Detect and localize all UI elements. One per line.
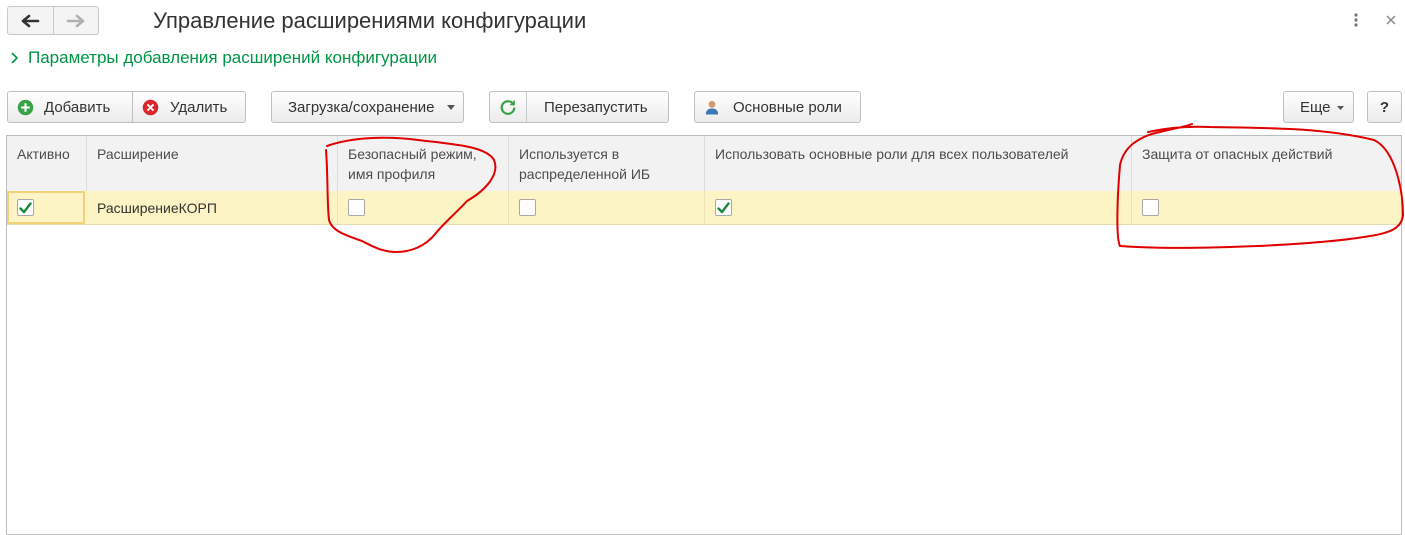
navigation-buttons [7, 6, 99, 35]
column-header-distributed-ib[interactable]: Используется в распределенной ИБ [509, 136, 705, 191]
refresh-icon [500, 99, 516, 115]
load-save-button-label: Загрузка/сохранение [288, 98, 435, 116]
column-header-danger-protection[interactable]: Защита от опасных действий [1132, 136, 1401, 191]
cell-safe-mode[interactable] [338, 191, 509, 224]
column-header-safe-mode[interactable]: Безопасный режим, имя профиля [338, 136, 509, 191]
column-header-main-roles-all-users[interactable]: Использовать основные роли для всех поль… [705, 136, 1132, 191]
extensions-table[interactable]: Активно Расширение Безопасный режим, имя… [6, 135, 1402, 535]
plus-circle-icon [17, 99, 34, 115]
main-roles-button-label: Основные роли [733, 98, 842, 116]
kebab-menu-icon [1354, 13, 1358, 27]
kebab-menu-button[interactable] [1348, 9, 1364, 31]
table-row[interactable]: РасширениеКОРП [7, 191, 1401, 225]
more-dropdown-button[interactable]: Еще [1283, 91, 1354, 123]
checkmark-icon [19, 201, 32, 213]
caret-down-icon [1337, 106, 1344, 110]
distributed-ib-checkbox[interactable] [519, 199, 536, 216]
active-checkbox[interactable] [17, 199, 34, 216]
user-icon [705, 100, 719, 114]
table-header: Активно Расширение Безопасный режим, имя… [7, 136, 1401, 192]
main-roles-all-users-checkbox[interactable] [715, 199, 732, 216]
x-circle-icon [142, 99, 159, 115]
page-title: Управление расширениями конфигурации [153, 8, 587, 33]
cell-distributed-ib[interactable] [509, 191, 705, 224]
help-button-label: ? [1379, 98, 1390, 116]
delete-button[interactable]: Удалить [132, 91, 246, 123]
back-button[interactable] [8, 7, 53, 34]
add-button-label: Добавить [44, 98, 111, 116]
load-save-dropdown-button[interactable]: Загрузка/сохранение [271, 91, 464, 123]
params-group-label: Параметры добавления расширений конфигур… [28, 48, 438, 67]
checkmark-icon [717, 201, 730, 213]
caret-down-icon [447, 105, 455, 110]
cell-danger-protection[interactable] [1132, 191, 1401, 224]
params-group-toggle[interactable]: Параметры добавления расширений конфигур… [10, 48, 437, 68]
chevron-right-icon [10, 51, 28, 65]
refresh-button-part [490, 92, 527, 122]
danger-protection-checkbox[interactable] [1142, 199, 1159, 216]
main-roles-button[interactable]: Основные роли [694, 91, 861, 123]
help-button[interactable]: ? [1367, 91, 1402, 123]
delete-button-label: Удалить [170, 98, 228, 116]
add-button[interactable]: Добавить [7, 91, 133, 123]
column-header-active[interactable]: Активно [7, 136, 87, 191]
close-button[interactable] [1382, 9, 1400, 31]
arrow-left-icon [21, 14, 40, 27]
close-icon [1386, 15, 1396, 25]
cell-active[interactable] [7, 191, 85, 224]
cell-main-roles-all-users[interactable] [705, 191, 1132, 224]
column-header-extension[interactable]: Расширение [87, 136, 338, 191]
more-button-label: Еще [1300, 98, 1331, 116]
safe-mode-checkbox[interactable] [348, 199, 365, 216]
restart-button-label: Перезапустить [544, 98, 648, 116]
cell-extension-name[interactable]: РасширениеКОРП [87, 191, 338, 224]
restart-button[interactable]: Перезапустить [489, 91, 669, 123]
arrow-right-icon [66, 14, 85, 27]
forward-button[interactable] [52, 7, 99, 34]
